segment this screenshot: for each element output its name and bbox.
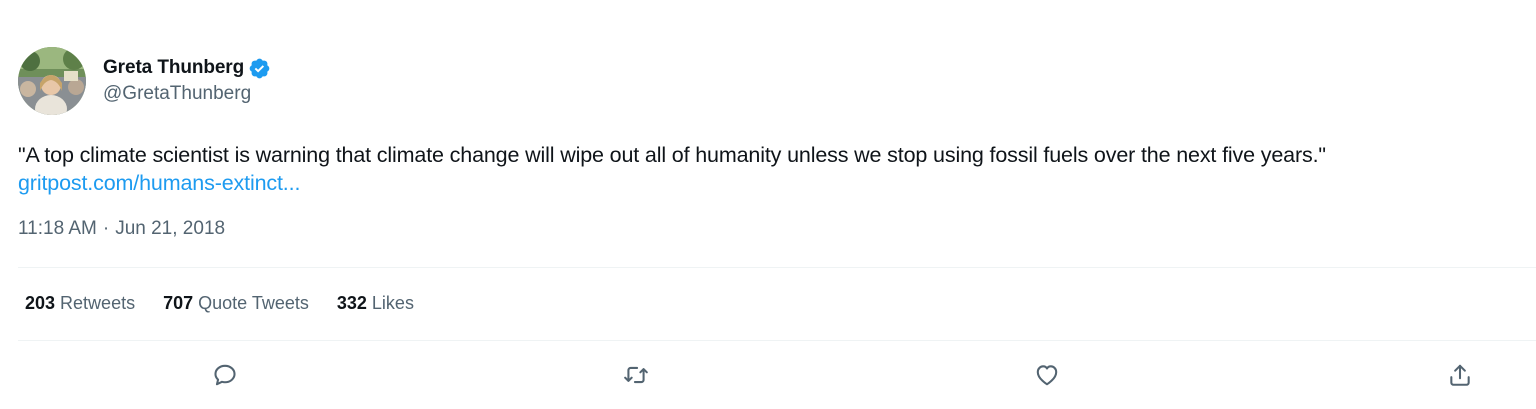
quote-tweets-label: Quote Tweets bbox=[198, 293, 309, 313]
author-row: Greta Thunberg bbox=[103, 55, 271, 81]
author-name[interactable]: Greta Thunberg bbox=[103, 57, 244, 79]
divider bbox=[18, 267, 1536, 268]
likes-label: Likes bbox=[371, 293, 414, 313]
quote-tweets-count: 707 bbox=[163, 293, 194, 313]
divider bbox=[18, 340, 1536, 341]
likes-stat[interactable]: 332 Likes bbox=[337, 293, 414, 314]
like-icon bbox=[1036, 365, 1058, 386]
timestamp-separator: · bbox=[102, 218, 110, 239]
reply-button[interactable] bbox=[210, 360, 240, 390]
likes-count: 332 bbox=[336, 293, 367, 313]
retweet-button[interactable] bbox=[621, 360, 651, 390]
share-button[interactable] bbox=[1445, 360, 1475, 390]
tweet: Greta Thunberg @GretaThunberg "A top cli… bbox=[0, 0, 1536, 409]
tweet-stats: 203 Retweets 707 Quote Tweets 332 Likes bbox=[25, 293, 442, 314]
retweet-icon bbox=[624, 366, 648, 384]
reply-icon bbox=[214, 364, 236, 386]
share-icon bbox=[1450, 364, 1470, 386]
verified-badge-icon bbox=[248, 57, 271, 80]
tweet-time: 11:18 AM bbox=[18, 218, 97, 239]
tweet-text: "A top climate scientist is warning that… bbox=[18, 143, 1326, 167]
quote-tweets-stat[interactable]: 707 Quote Tweets bbox=[163, 293, 309, 314]
author-handle[interactable]: @GretaThunberg bbox=[103, 83, 251, 105]
retweets-label: Retweets bbox=[60, 293, 136, 313]
retweets-count: 203 bbox=[25, 293, 56, 313]
avatar[interactable] bbox=[18, 47, 86, 115]
timestamp[interactable]: 11:18 AM · Jun 21, 2018 bbox=[18, 218, 225, 240]
tweet-link[interactable]: gritpost.com/humans-extinct... bbox=[18, 169, 300, 197]
like-button[interactable] bbox=[1032, 360, 1062, 390]
tweet-date: Jun 21, 2018 bbox=[115, 218, 226, 239]
retweets-stat[interactable]: 203 Retweets bbox=[25, 293, 135, 314]
